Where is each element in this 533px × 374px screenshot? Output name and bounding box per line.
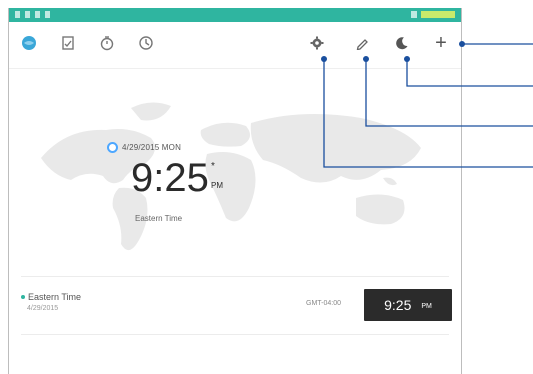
toolbar: + [9,22,461,69]
clock-seconds-mark: * [211,161,215,172]
location-pin-icon [107,142,118,153]
alarm-list-icon[interactable] [58,33,78,53]
city-time: 9:25 [384,297,412,313]
world-clock-screen: + 4/29/2015 MON 9:25 * PM Eastern Time E… [8,8,462,374]
signal-icon [411,11,417,18]
city-ampm: PM [421,303,432,310]
edit-pencil-icon[interactable] [352,33,372,53]
divider [21,334,449,335]
system-indicators [411,11,455,18]
main-clock: 4/29/2015 MON 9:25 * PM Eastern Time [107,136,287,231]
city-time-box[interactable]: 9:25 PM [364,289,452,321]
world-clock-icon[interactable] [19,33,39,53]
city-date: 4/29/2015 [27,305,59,312]
city-name: Eastern Time [28,292,82,302]
add-plus-icon[interactable]: + [431,33,451,53]
home-city-dot-icon [21,295,25,299]
settings-icon[interactable] [307,33,327,53]
clock-time: 9:25 [131,156,209,200]
stopwatch-icon[interactable] [97,33,117,53]
timer-icon[interactable] [136,33,156,53]
clock-date: 4/29/2015 MON [122,143,182,152]
clock-date-row: 4/29/2015 MON [107,142,181,153]
notification-icons [15,11,50,18]
list-item[interactable]: Eastern Time 4/29/2015 GMT-04:00 9:25 PM [9,286,461,330]
battery-icon [421,11,455,18]
clock-ampm: PM [211,181,223,190]
gmt-offset: GMT-04:00 [306,300,342,307]
night-mode-moon-icon[interactable] [392,33,412,53]
status-bar [9,8,461,22]
divider [21,276,449,277]
clock-zone: Eastern Time [135,214,183,223]
